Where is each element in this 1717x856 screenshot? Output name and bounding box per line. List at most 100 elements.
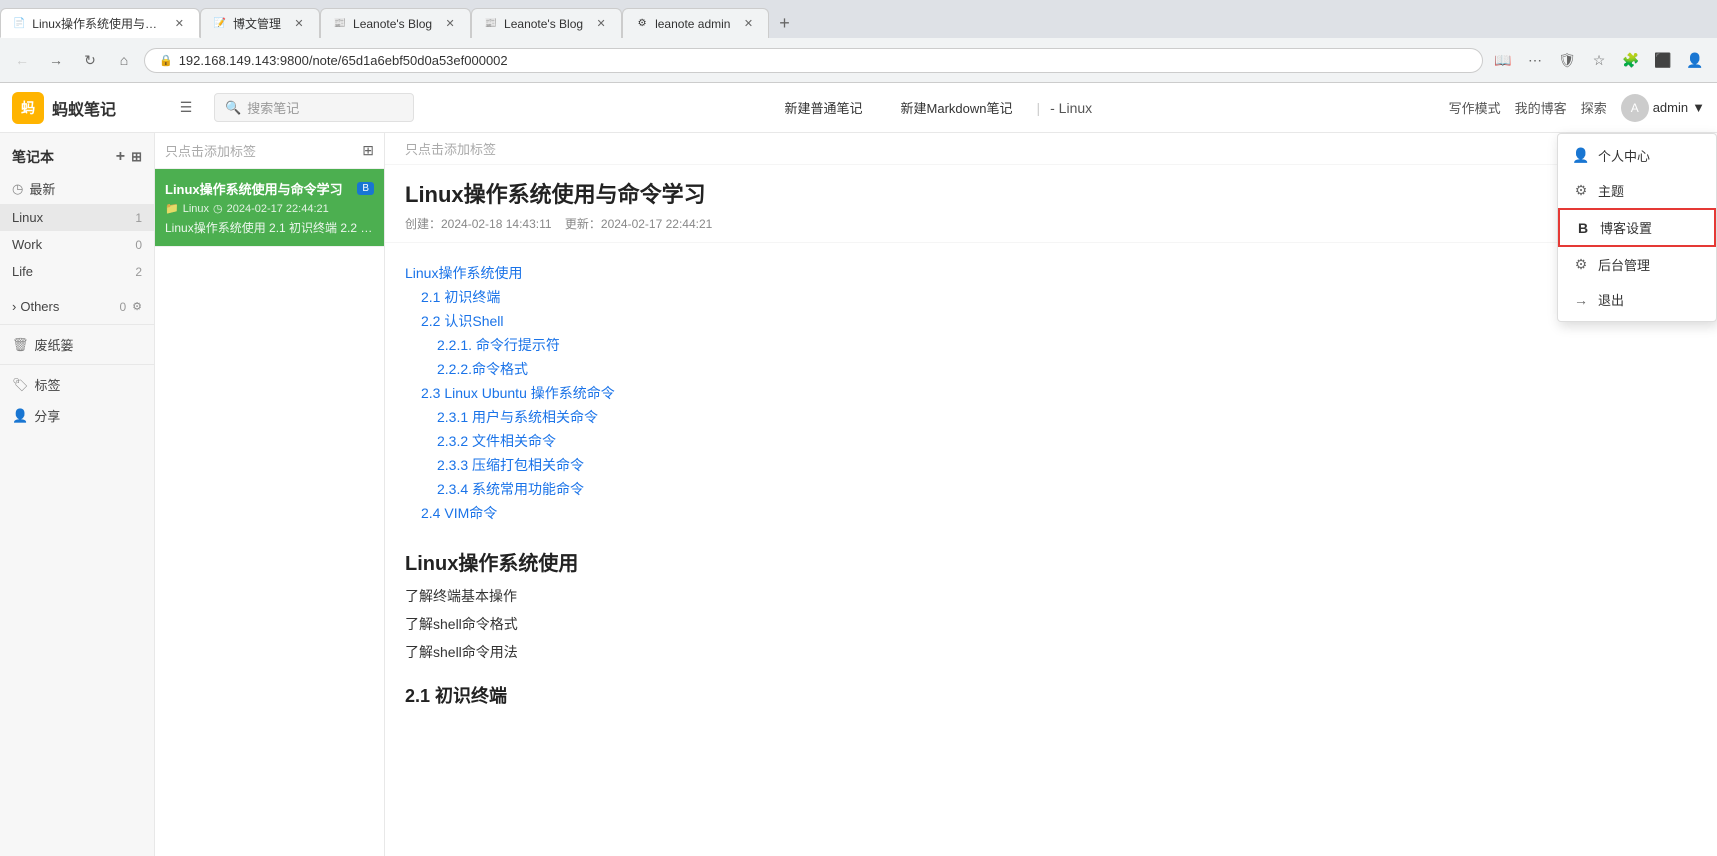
toc-link-9[interactable]: 2.3.4 系统常用功能命令	[437, 479, 1697, 499]
toc-link-7[interactable]: 2.3.2 文件相关命令	[437, 431, 1697, 451]
sidebar-notebooks-label: 笔记本	[12, 147, 54, 167]
toc-link-1[interactable]: 2.1 初识终端	[421, 287, 1697, 307]
back-button[interactable]: ←	[8, 46, 36, 74]
forward-button[interactable]: →	[42, 46, 70, 74]
sidebar-item-life[interactable]: Life 2	[0, 258, 154, 285]
sidebar-item-recent[interactable]: ◷ 最新	[0, 173, 154, 204]
content-tag-bar[interactable]: 只点击添加标签	[385, 133, 1717, 165]
sync-button[interactable]: ⬛	[1649, 46, 1677, 74]
tab-favicon-1: 📄	[13, 16, 26, 30]
admin-label: admin	[1653, 100, 1688, 115]
grid-view-button[interactable]: ⊞	[131, 149, 142, 165]
new-note-button[interactable]: 新建普通笔记	[771, 92, 877, 123]
note-clock-icon: ◷	[213, 202, 223, 215]
sidebar-divider-2	[0, 364, 154, 365]
tab-3[interactable]: 📰 Leanote's Blog ✕	[320, 8, 471, 38]
sidebar-tags-label: 标签	[35, 375, 142, 394]
toc-link-10[interactable]: 2.4 VIM命令	[421, 503, 1697, 523]
dropdown-blog-settings[interactable]: B 博客设置	[1558, 208, 1716, 247]
tab-close-1[interactable]: ✕	[172, 15, 187, 31]
search-bar[interactable]: 🔍 搜索笔记	[214, 93, 414, 122]
tab-bar: 📄 Linux操作系统使用与命令 ✕ 📝 博文管理 ✕ 📰 Leanote's …	[0, 0, 1717, 38]
toc-link-2[interactable]: 2.2 认识Shell	[421, 311, 1697, 331]
dropdown-theme[interactable]: ⚙ 主题	[1558, 173, 1716, 208]
home-button[interactable]: ⌂	[110, 46, 138, 74]
sidebar-item-work[interactable]: Work 0	[0, 231, 154, 258]
tab-2[interactable]: 📝 博文管理 ✕	[200, 8, 320, 38]
toc-link-4[interactable]: 2.2.2.命令格式	[437, 359, 1697, 379]
recent-icon: ◷	[12, 181, 23, 197]
tab-title-2: 博文管理	[233, 15, 281, 32]
bookmark-button[interactable]: ☆	[1585, 46, 1613, 74]
others-settings-icon[interactable]: ⚙	[132, 300, 142, 313]
dropdown-backend[interactable]: ⚙ 后台管理	[1558, 247, 1716, 282]
tab-favicon-3: 📰	[333, 17, 347, 31]
sidebar-item-others[interactable]: › Others 0 ⚙	[0, 293, 154, 320]
admin-dropdown[interactable]: A admin ▼	[1621, 94, 1705, 122]
sidebar-notebooks-header: 笔记本 + ⊞	[0, 141, 154, 173]
trash-icon: 🗑	[12, 337, 29, 353]
tab-close-2[interactable]: ✕	[291, 16, 307, 32]
toc-link-6[interactable]: 2.3.1 用户与系统相关命令	[437, 407, 1697, 427]
toc-section: Linux操作系统使用 2.1 初识终端 2.2 认识Shell 2.2.1. …	[405, 263, 1697, 523]
note-item-linux[interactable]: Linux操作系统使用与命令学习 B 📁 Linux ◷ 2024-02-17 …	[155, 169, 384, 247]
sidebar-divider	[0, 324, 154, 325]
tab-close-4[interactable]: ✕	[593, 16, 609, 32]
section-title-2: 2.1 初识终端	[405, 682, 1697, 708]
sidebar-item-share[interactable]: 👤 分享	[0, 400, 154, 431]
explore-button[interactable]: 探索	[1581, 98, 1607, 117]
person-icon: 👤	[1572, 147, 1590, 164]
note-notebook: Linux	[183, 203, 209, 215]
dropdown-backend-label: 后台管理	[1598, 255, 1650, 274]
tab-5[interactable]: ⚙ leanote admin ✕	[622, 8, 769, 38]
dropdown-blog-label: 博客设置	[1600, 218, 1652, 237]
url-text: 192.168.149.143:9800/note/65d1a6ebf50d0a…	[179, 53, 1468, 68]
dropdown-personal-center[interactable]: 👤 个人中心	[1558, 138, 1716, 173]
sidebar-item-trash[interactable]: 🗑 废纸篓	[0, 329, 154, 360]
shield-button[interactable]: 🛡	[1553, 46, 1581, 74]
sidebar-linux-label: Linux	[12, 210, 129, 225]
sidebar-life-count: 2	[135, 265, 142, 279]
add-notebook-button[interactable]: +	[116, 148, 125, 166]
more-menu-button[interactable]: ⋯	[1521, 46, 1549, 74]
note-list-grid-icon[interactable]: ⊞	[362, 142, 374, 159]
toc-link-0[interactable]: Linux操作系统使用	[405, 263, 1697, 283]
sidebar-others-count: 0	[119, 300, 126, 314]
tab-4[interactable]: 📰 Leanote's Blog ✕	[471, 8, 622, 38]
write-mode-button[interactable]: 写作模式	[1449, 98, 1501, 117]
note-list-actions: ⊞	[362, 142, 374, 159]
tab-close-5[interactable]: ✕	[740, 16, 756, 32]
search-placeholder: 搜索笔记	[247, 98, 299, 117]
note-list-tag-bar: 只点击添加标签	[165, 141, 356, 160]
refresh-button[interactable]: ↻	[76, 46, 104, 74]
tab-close-3[interactable]: ✕	[442, 16, 458, 32]
menu-toggle-button[interactable]: ☰	[172, 94, 200, 122]
sidebar-item-linux[interactable]: Linux 1	[0, 204, 154, 231]
note-badge: B	[357, 182, 374, 195]
reader-mode-button[interactable]: 📖	[1489, 46, 1517, 74]
new-markdown-button[interactable]: 新建Markdown笔记	[887, 92, 1027, 123]
toc-link-8[interactable]: 2.3.3 压缩打包相关命令	[437, 455, 1697, 475]
sidebar-notebooks-section: 笔记本 + ⊞ ◷ 最新 Linux 1 Work 0 Life 2	[0, 133, 154, 293]
my-blog-button[interactable]: 我的博客	[1515, 98, 1567, 117]
sidebar-life-label: Life	[12, 264, 129, 279]
dropdown-logout[interactable]: → 退出	[1558, 282, 1716, 317]
created-label: 创建：2024-02-18 14:43:11	[405, 217, 552, 231]
tag-icon: 🏷	[12, 377, 29, 393]
toc-link-3[interactable]: 2.2.1. 命令行提示符	[437, 335, 1697, 355]
paragraph-3: 了解shell命令用法	[405, 642, 1697, 662]
sidebar-item-tags[interactable]: 🏷 标签	[0, 369, 154, 400]
profile-button[interactable]: 👤	[1681, 46, 1709, 74]
sidebar-linux-count: 1	[135, 211, 142, 225]
new-tab-button[interactable]: +	[769, 8, 799, 38]
search-icon: 🔍	[225, 100, 241, 116]
browser-actions: 📖 ⋯ 🛡 ☆ 🧩 ⬛ 👤	[1489, 46, 1709, 74]
toc-link-5[interactable]: 2.3 Linux Ubuntu 操作系统命令	[421, 383, 1697, 403]
tab-active[interactable]: 📄 Linux操作系统使用与命令 ✕	[0, 8, 200, 38]
url-bar[interactable]: 🔒 192.168.149.143:9800/note/65d1a6ebf50d…	[144, 48, 1483, 73]
extensions-button[interactable]: 🧩	[1617, 46, 1645, 74]
sidebar-others-label: Others	[20, 299, 59, 314]
topbar-right: 写作模式 我的博客 探索 A admin ▼	[1449, 94, 1705, 122]
tab-title-5: leanote admin	[655, 17, 730, 31]
admin-dropdown-menu: 👤 个人中心 ⚙ 主题 B 博客设置 ⚙ 后台管理 → 退出	[1557, 133, 1717, 322]
